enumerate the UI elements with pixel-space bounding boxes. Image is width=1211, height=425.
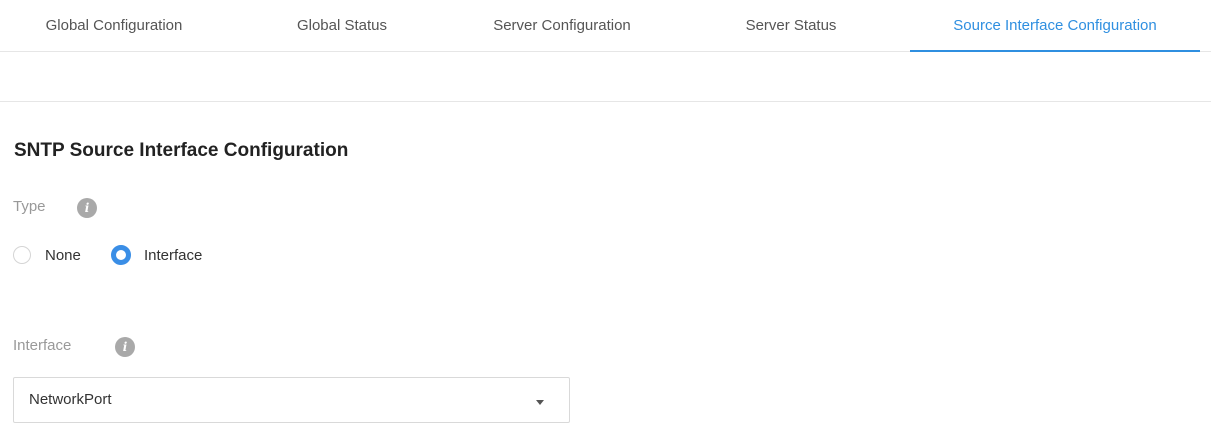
radio-checked-icon[interactable] [111,245,131,265]
page: Global Configuration Global Status Serve… [0,0,1211,425]
tab-server-configuration[interactable]: Server Configuration [446,0,678,52]
tab-bar: Global Configuration Global Status Serve… [0,0,1211,52]
interface-label: Interface [13,337,72,354]
tab-source-interface-configuration[interactable]: Source Interface Configuration [910,0,1200,52]
interface-select[interactable]: NetworkPort [13,377,570,423]
type-label: Type [13,198,46,215]
section-title: SNTP Source Interface Configuration [14,140,349,161]
chevron-down-icon [536,400,544,405]
radio-none[interactable]: None [13,245,81,265]
info-icon[interactable]: i [115,337,135,357]
radio-none-label: None [45,246,81,264]
info-icon[interactable]: i [77,198,97,218]
tab-global-status[interactable]: Global Status [264,0,420,52]
divider [0,101,1211,102]
radio-interface-label: Interface [144,246,203,264]
radio-unchecked-icon[interactable] [13,246,31,264]
interface-select-value: NetworkPort [29,391,112,408]
tab-global-configuration[interactable]: Global Configuration [12,0,216,52]
tab-server-status[interactable]: Server Status [700,0,882,52]
radio-interface[interactable]: Interface [111,245,202,265]
